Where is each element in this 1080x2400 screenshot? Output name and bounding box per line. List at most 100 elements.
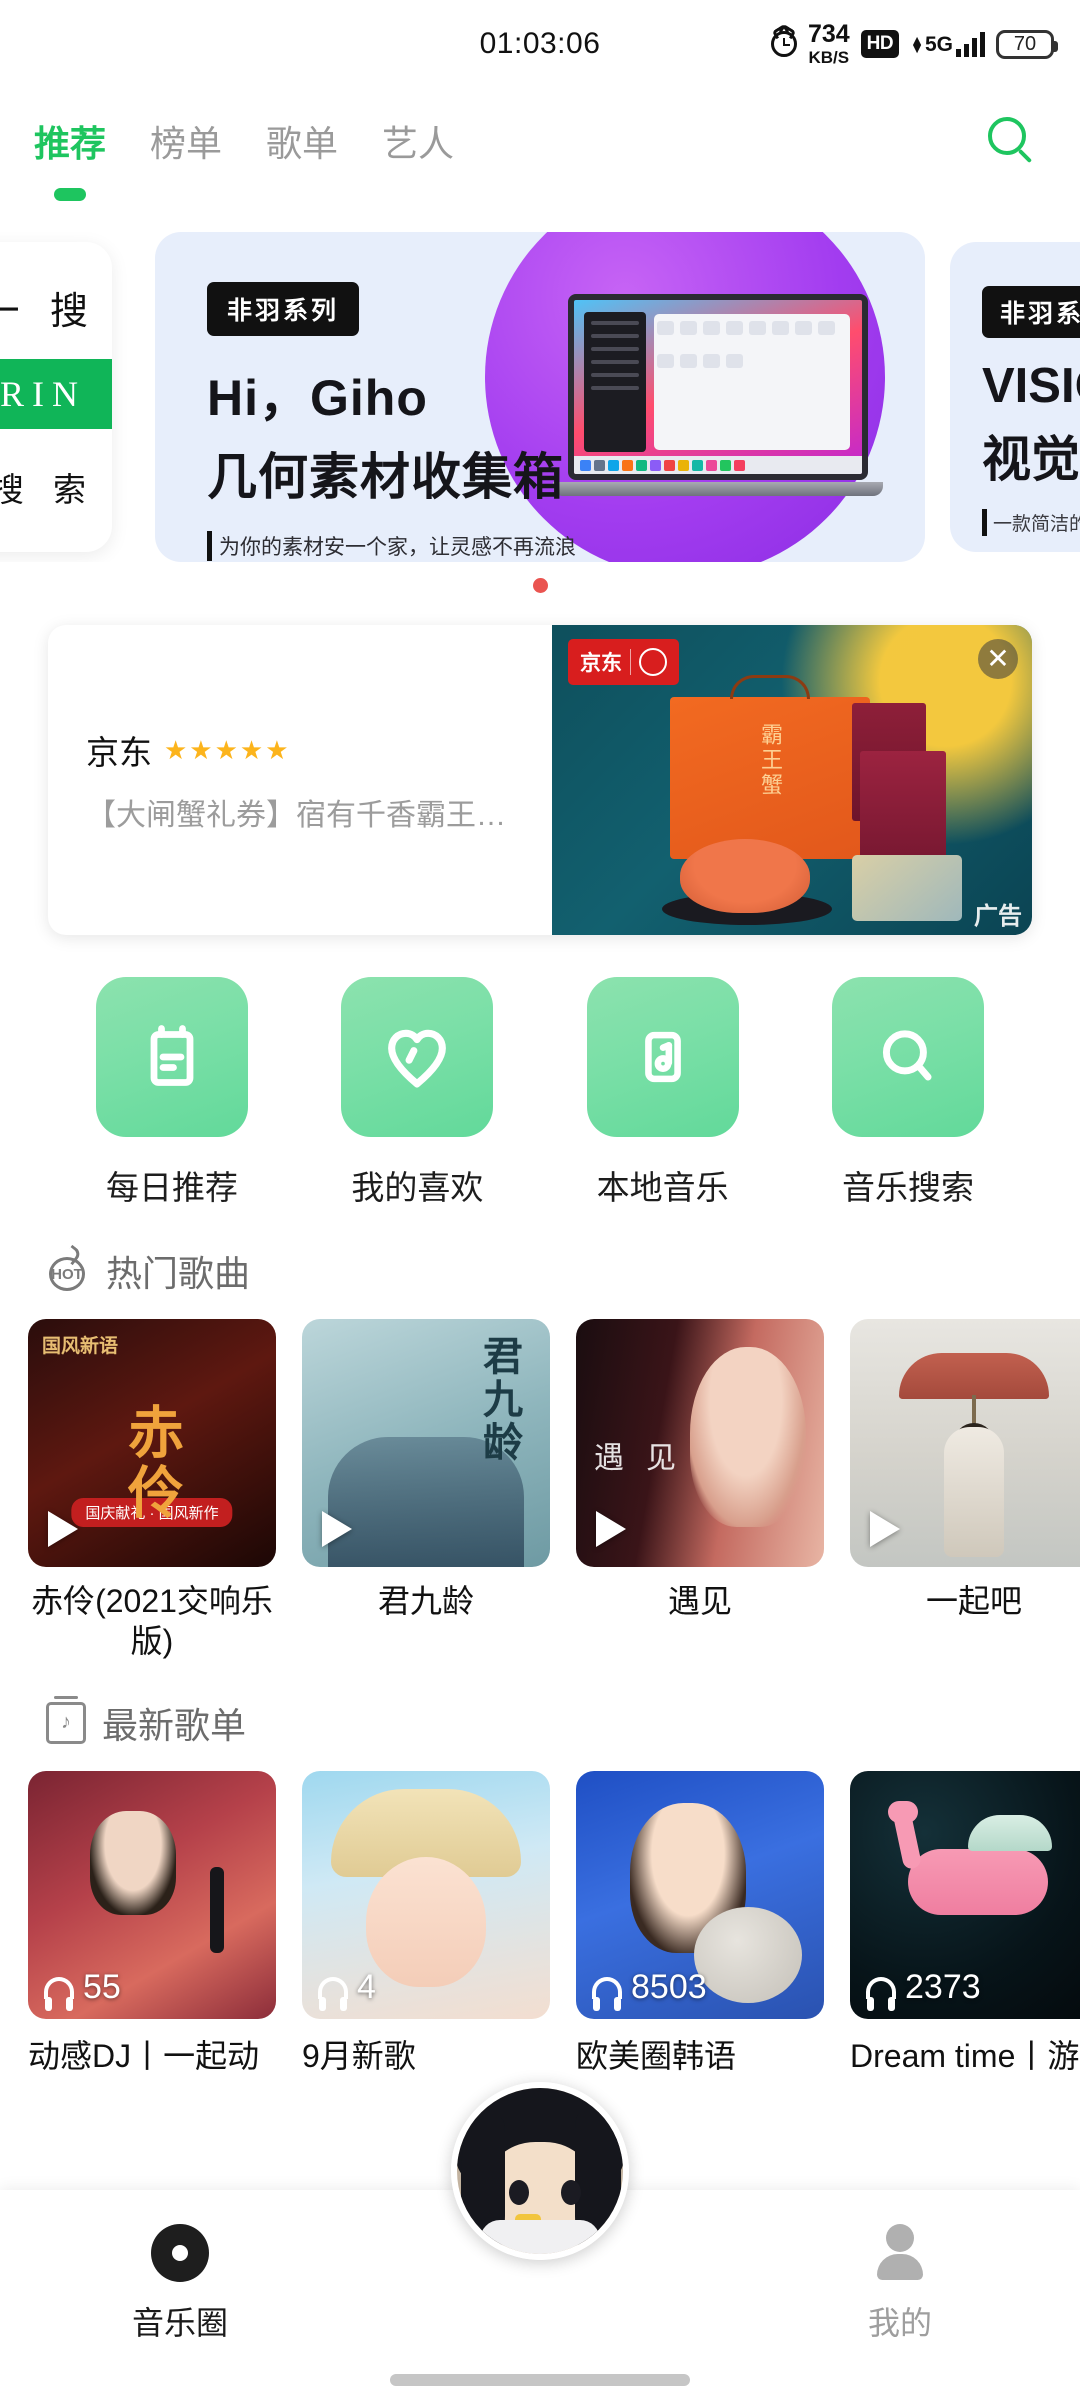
left-slide-button[interactable]: RIN <box>0 359 112 429</box>
song-title: 君九龄 <box>377 1583 474 1619</box>
headphone-icon <box>866 1976 896 2011</box>
play-count: 55 <box>44 1968 121 2011</box>
carousel-slide-center[interactable]: 非羽系列 Hi，Giho 几何素材收集箱 为你的素材安一个家，让灵感不再流浪 G… <box>155 232 925 562</box>
nav-label: 音乐圈 <box>131 2305 228 2341</box>
play-icon[interactable] <box>596 1511 626 1547</box>
hot-songs-header: HOT 热门歌曲 <box>0 1209 1080 1297</box>
song-title: 一起吧 <box>925 1583 1022 1619</box>
tab-recommend[interactable]: 推荐 <box>34 115 106 171</box>
right-slide-badge: 非羽系列 <box>982 286 1080 338</box>
play-count-value: 55 <box>83 1968 121 2006</box>
play-count-value: 4 <box>357 1968 376 2006</box>
mini-player-avatar[interactable] <box>451 2082 629 2260</box>
search-icon <box>988 117 1026 155</box>
status-bar: 01:03:06 734 KB/S HD ▲ ▼ 5G 70 <box>0 0 1080 88</box>
right-slide-heading2: 视觉影像 <box>982 433 1080 487</box>
section-title: 热门歌曲 <box>106 1253 251 1294</box>
music-file-icon <box>644 1031 681 1083</box>
carousel-slide-left[interactable]: 一 搜 RIN 搜 索 <box>0 242 112 552</box>
quick-action-daily-recommend[interactable]: 每日推荐 <box>96 977 248 1209</box>
vinyl-record-icon <box>151 2224 209 2282</box>
playlist-icon: ♪ <box>46 1696 86 1744</box>
signal-indicator: ▲ ▼ 5G <box>910 31 985 57</box>
play-icon[interactable] <box>322 1511 352 1547</box>
data-arrows-icon: ▲ ▼ <box>910 31 924 56</box>
quick-action-music-search[interactable]: 音乐搜索 <box>831 977 984 1209</box>
carousel-dot-active[interactable] <box>532 578 548 593</box>
playlist-title: 动感DJ丨一起动 <box>28 2038 260 2074</box>
battery-icon: 70 <box>996 29 1058 59</box>
tab-artists[interactable]: 艺人 <box>382 115 454 171</box>
ad-brand-name: 京东 <box>86 734 152 771</box>
playlist-card[interactable]: 55 动感DJ丨一起动 <box>28 1771 276 2077</box>
song-card[interactable]: 君九龄 <box>302 1319 550 1661</box>
gift-envelope <box>860 751 946 869</box>
playlist-title: Dream time丨游 <box>850 2038 1080 2074</box>
center-slide-tagline: 为你的素材安一个家，让灵感不再流浪 <box>207 531 925 561</box>
ad-label: 广告 <box>974 903 1022 930</box>
cover-banner-text: 国庆献礼 · 国风新作 <box>71 1498 233 1527</box>
heart-icon <box>388 1029 447 1088</box>
battery-level: 70 <box>1013 32 1037 55</box>
close-icon[interactable]: ✕ <box>978 639 1018 679</box>
quick-action-label: 音乐搜索 <box>841 1169 974 1206</box>
carousel-indicator[interactable] <box>0 578 1080 593</box>
left-slide-line1: 一 搜 <box>0 291 98 333</box>
gift-box-illustration <box>670 675 870 859</box>
nav-item-music-circle[interactable]: 音乐圈 <box>70 2224 290 2344</box>
network-speed: 734 KB/S <box>807 20 850 67</box>
play-count: 8503 <box>592 1968 707 2011</box>
hot-songs-list[interactable]: 国风新语 国庆献礼 · 国风新作 赤伶(2021交响乐版) 君九龄 遇见 一起吧 <box>0 1297 1080 1661</box>
tab-charts[interactable]: 榜单 <box>150 115 222 171</box>
center-slide-heading2: 几何素材收集箱 <box>207 449 564 505</box>
headphone-icon <box>44 1976 74 2011</box>
crab-seal-icon <box>639 648 667 676</box>
promo-carousel[interactable]: 一 搜 RIN 搜 索 非羽系列 Hi，Giho 几何素材收集箱 为你的素材安一… <box>0 232 1080 562</box>
right-slide-tagline: 一款简洁的视频剪辑工具 <box>982 509 1080 536</box>
quick-action-label: 每日推荐 <box>106 1169 238 1206</box>
ad-text-area: 京东 ★★★★★ 【大闸蟹礼券】宿有千香霸王… <box>48 625 552 935</box>
advertisement-card[interactable]: 京东 ★★★★★ 【大闸蟹礼券】宿有千香霸王… 京东 ✕ 广告 <box>48 625 1032 935</box>
quick-action-local-music[interactable]: 本地音乐 <box>586 977 739 1209</box>
center-slide-badge: 非羽系列 <box>207 282 360 336</box>
play-count: 2373 <box>866 1968 981 2011</box>
play-count-value: 2373 <box>905 1968 981 2006</box>
play-icon[interactable] <box>48 1511 78 1547</box>
search-button[interactable] <box>988 117 1040 169</box>
play-count-value: 8503 <box>631 1968 707 2006</box>
status-time: 01:03:06 <box>479 27 601 60</box>
center-slide-heading1: Hi，Giho <box>207 370 428 426</box>
nav-item-mine[interactable]: 我的 <box>790 2224 1010 2344</box>
person-icon <box>871 2224 929 2282</box>
latest-playlists-header: ♪ 最新歌单 <box>0 1661 1080 1749</box>
jd-logo: 京东 <box>568 639 679 685</box>
quick-action-my-favorites[interactable]: 我的喜欢 <box>341 977 494 1209</box>
playlist-title: 9月新歌 <box>302 2038 416 2074</box>
gift-card-illustration <box>852 855 962 921</box>
status-icons: 734 KB/S HD ▲ ▼ 5G 70 <box>770 20 1058 67</box>
headphone-icon <box>318 1976 348 2011</box>
network-speed-value: 734 <box>807 20 850 48</box>
playlist-card[interactable]: 2373 Dream time丨游 <box>850 1771 1080 2077</box>
play-count: 4 <box>318 1968 376 2011</box>
latest-playlists-list[interactable]: 55 动感DJ丨一起动 4 9月新歌 8503 欧美圈韩语 2373 Dream… <box>0 1749 1080 2077</box>
song-card[interactable]: 一起吧 <box>850 1319 1080 1661</box>
carousel-slide-right[interactable]: 非羽系列 VISION 视觉影像 一款简洁的视频剪辑工具 GET IT Andr… <box>950 242 1080 552</box>
playlist-card[interactable]: 4 9月新歌 <box>302 1771 550 2077</box>
cover-top-text: 国风新语 <box>42 1336 119 1357</box>
hot-flame-icon: HOT <box>46 1244 90 1293</box>
song-card[interactable]: 国风新语 国庆献礼 · 国风新作 赤伶(2021交响乐版) <box>28 1319 276 1661</box>
ad-image[interactable]: 京东 ✕ 广告 <box>552 625 1032 935</box>
calendar-icon <box>150 1025 194 1086</box>
hot-badge-text: HOT <box>49 1257 85 1291</box>
signal-bars-icon <box>956 31 985 57</box>
play-icon[interactable] <box>870 1511 900 1547</box>
song-title: 赤伶(2021交响乐版) <box>31 1583 273 1659</box>
tab-playlists[interactable]: 歌单 <box>266 115 338 171</box>
song-title: 遇见 <box>667 1583 732 1619</box>
search-icon <box>882 1030 932 1081</box>
playlist-card[interactable]: 8503 欧美圈韩语 <box>576 1771 824 2077</box>
tab-list: 推荐 榜单 歌单 艺人 <box>34 115 454 171</box>
hd-badge: HD <box>860 30 900 58</box>
song-card[interactable]: 遇见 <box>576 1319 824 1661</box>
